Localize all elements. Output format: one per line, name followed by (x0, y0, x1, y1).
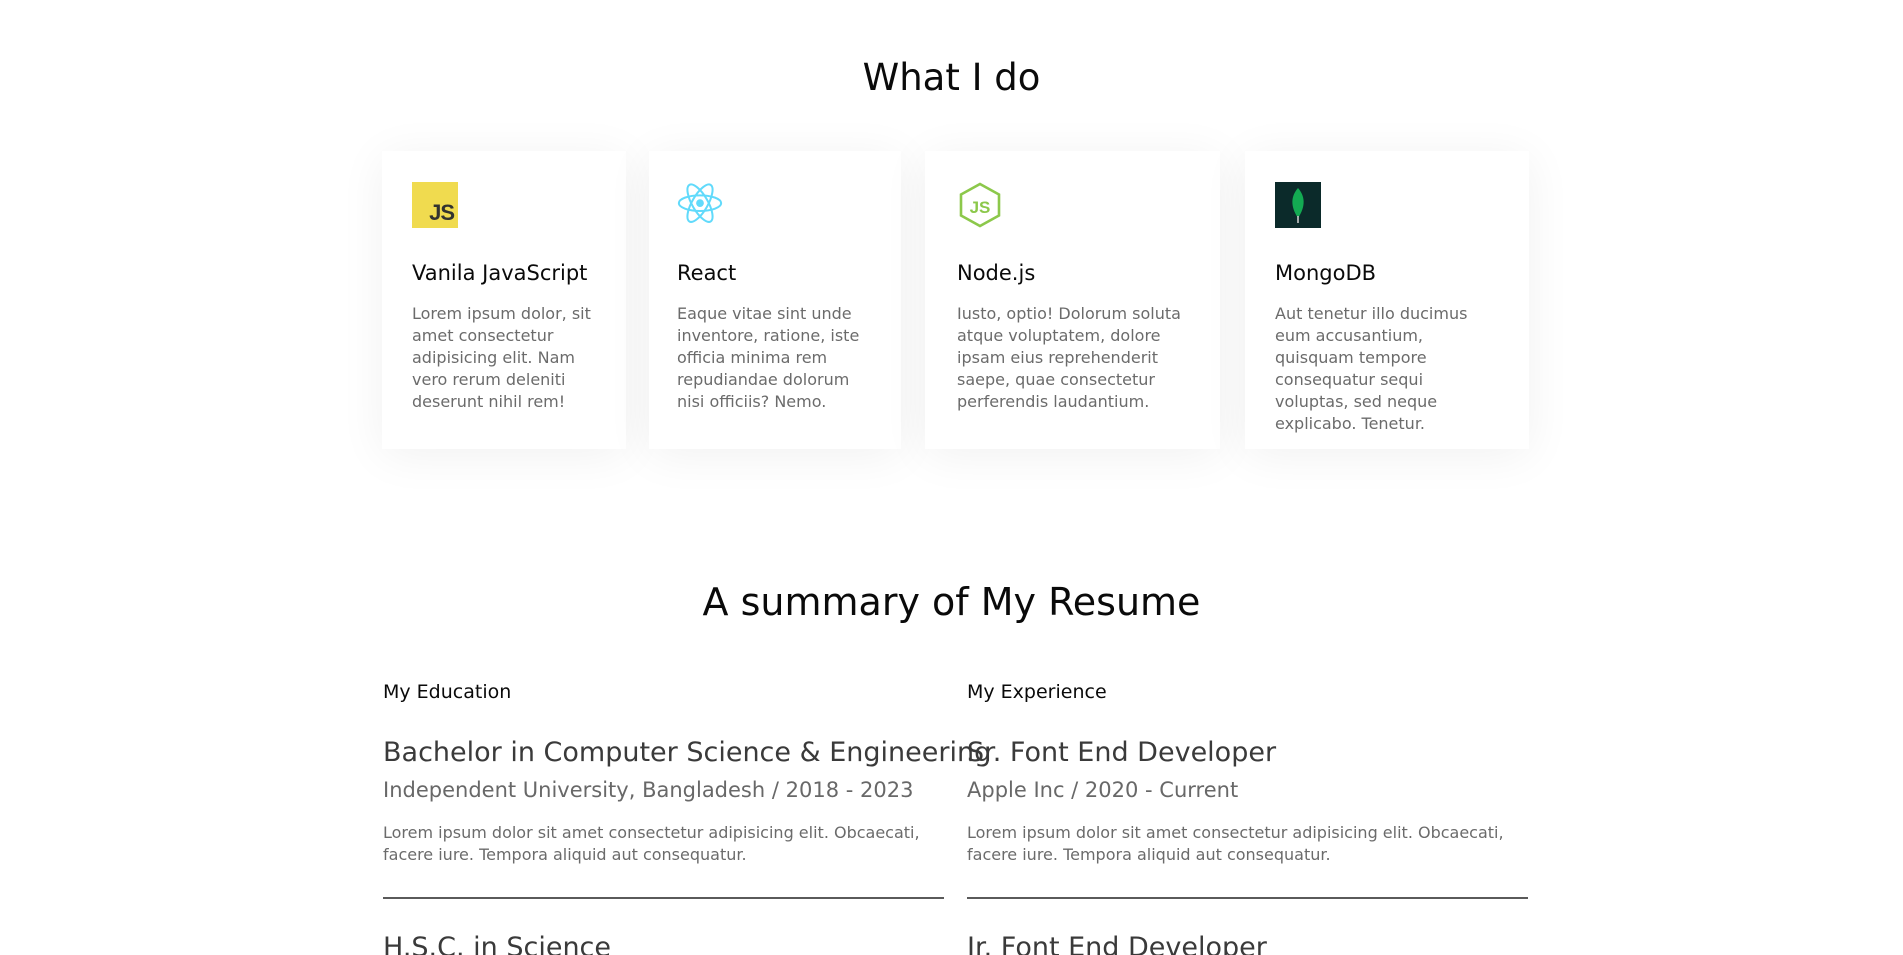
mongodb-leaf-icon (1292, 188, 1304, 223)
card-title: Vanila JavaScript (412, 261, 588, 285)
education-entry-title: Bachelor in Computer Science & Engineeri… (383, 737, 992, 768)
javascript-icon-text: JS (429, 200, 455, 225)
education-entry-text: Lorem ipsum dolor sit amet consectetur a… (383, 823, 920, 864)
service-card-nodejs: JS Node.js Iusto, optio! Dolorum soluta … (925, 151, 1220, 449)
divider (967, 897, 1528, 899)
card-description: Lorem ipsum dolor, sit amet consectetur … (412, 304, 591, 411)
education-column: My Education Bachelor in Computer Scienc… (383, 681, 992, 955)
resume-summary-title: A summary of My Resume (702, 580, 1201, 624)
education-entry-subtitle: Independent University, Bangladesh / 201… (383, 778, 914, 802)
what-i-do-title: What I do (862, 56, 1041, 99)
card-description: Iusto, optio! Dolorum soluta atque volup… (957, 304, 1181, 411)
card-title: React (677, 261, 737, 285)
card-description: Aut tenetur illo ducimus eum accusantium… (1275, 304, 1468, 433)
service-card-mongodb: MongoDB Aut tenetur illo ducimus eum acc… (1245, 151, 1529, 449)
education-entry-title: H.S.C. in Science (383, 932, 612, 955)
service-card-javascript: JS Vanila JavaScript Lorem ipsum dolor, … (382, 151, 626, 449)
card-description: Eaque vitae sint unde inventore, ratione… (677, 304, 860, 411)
svg-text:JS: JS (970, 198, 991, 217)
experience-entry-text: Lorem ipsum dolor sit amet consectetur a… (967, 823, 1504, 864)
card-title: MongoDB (1275, 261, 1377, 285)
experience-heading: My Experience (967, 681, 1107, 703)
experience-entry-title: Sr. Font End Developer (967, 737, 1277, 768)
card-title: Node.js (957, 261, 1036, 285)
education-heading: My Education (383, 681, 512, 703)
divider (383, 897, 944, 899)
javascript-icon: JS (412, 182, 458, 228)
nodejs-icon: JS (959, 182, 1001, 228)
experience-column: My Experience Sr. Font End Developer App… (967, 681, 1528, 955)
page: What I do JS Vanila JavaScript Lorem ips… (0, 0, 1903, 955)
service-card-react: React Eaque vitae sint unde inventore, r… (649, 151, 901, 449)
react-icon (677, 183, 723, 223)
experience-entry-title: Jr. Font End Developer (967, 932, 1267, 955)
experience-entry-subtitle: Apple Inc / 2020 - Current (967, 778, 1239, 802)
mongodb-icon (1275, 182, 1321, 228)
